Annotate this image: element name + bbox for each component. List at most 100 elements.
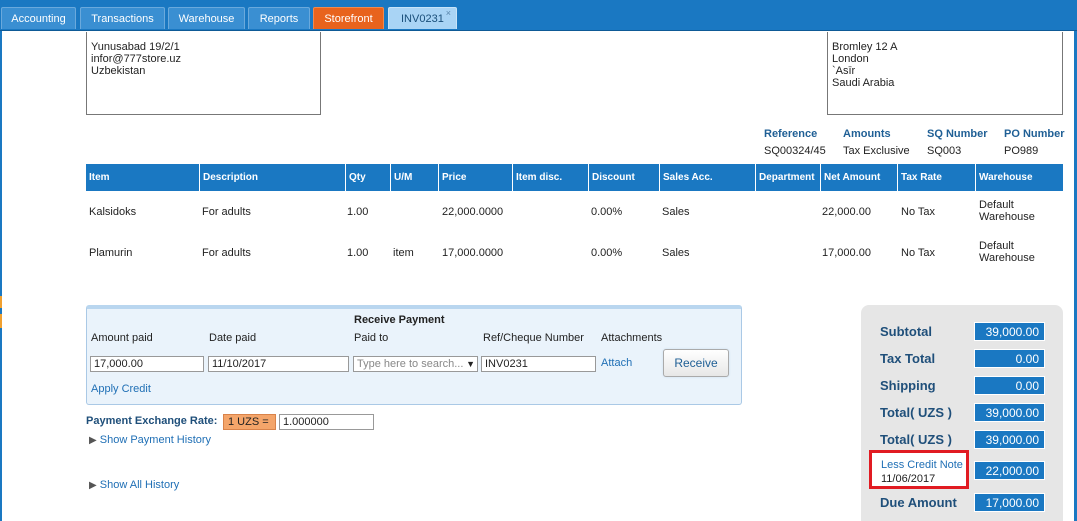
payment-history-toggle[interactable]: ▶ Show Payment History [89, 434, 211, 446]
col-sales-acc: Sales Acc. [660, 164, 756, 191]
address-line: infor@777store.uz [91, 53, 182, 65]
shipping-label: Shipping [880, 378, 936, 393]
amounts-value: Tax Exclusive [843, 145, 910, 157]
due-amount-label: Due Amount [880, 495, 957, 510]
top-tab-bar: Accounting Transactions Warehouse Report… [0, 0, 1077, 31]
caret-right-icon: ▶ [89, 435, 97, 446]
to-address-box: Bromley 12 A London `Asīr Saudi Arabia [827, 32, 1063, 115]
tab-accounting[interactable]: Accounting [1, 7, 76, 29]
cell-qty: 1.00 [347, 247, 369, 259]
paid-to-select[interactable]: Type here to search... ▼ [353, 356, 478, 372]
from-address-box: Yunusabad 19/2/1 infor@777store.uz Uzbek… [86, 32, 321, 115]
amount-paid-label: Amount paid [91, 332, 153, 344]
col-price: Price [439, 164, 513, 191]
cell-description: For adults [202, 247, 251, 259]
cell-net-amount: 22,000.00 [822, 206, 871, 218]
subtotal-value: 39,000.00 [974, 322, 1045, 341]
credit-note-date: 11/06/2017 [881, 473, 936, 485]
apply-credit-link[interactable]: Apply Credit [91, 383, 151, 395]
reference-value: SQ00324/45 [764, 145, 826, 157]
left-frame-border [0, 31, 2, 521]
exchange-rate-label: Payment Exchange Rate: [86, 415, 218, 427]
total-value: 39,000.00 [974, 403, 1045, 422]
col-discount: Discount [589, 164, 660, 191]
cell-warehouse: Warehouse [979, 211, 1035, 223]
tab-storefront[interactable]: Storefront [313, 7, 384, 29]
address-line: Saudi Arabia [832, 77, 895, 89]
address-line: London [832, 53, 869, 65]
ref-cheque-input[interactable]: INV0231 [481, 356, 596, 372]
attachments-label: Attachments [601, 332, 663, 344]
address-line: Bromley 12 A [832, 41, 898, 53]
po-number-value: PO989 [1004, 145, 1039, 157]
show-all-history-link[interactable]: Show All History [100, 479, 179, 491]
cell-item: Kalsidoks [89, 206, 137, 218]
col-description: Description [200, 164, 346, 191]
ref-cheque-label: Ref/Cheque Number [483, 332, 584, 344]
col-tax-rate: Tax Rate [898, 164, 976, 191]
cell-discount: 0.00% [591, 206, 623, 218]
caret-right-icon: ▶ [89, 480, 97, 491]
address-line: Uzbekistan [91, 65, 146, 77]
col-warehouse: Warehouse [979, 172, 1033, 183]
left-frame-marker [0, 314, 2, 328]
all-history-toggle[interactable]: ▶ Show All History [89, 479, 179, 491]
amount-paid-input[interactable]: 17,000.00 [90, 356, 204, 372]
cell-tax-rate: No Tax [901, 247, 936, 259]
exchange-rate-input[interactable]: 1.000000 [279, 414, 374, 430]
less-credit-note-link[interactable]: Less Credit Note [881, 459, 963, 471]
tax-total-value: 0.00 [974, 349, 1045, 368]
cell-item: Plamurin [89, 247, 133, 259]
cell-warehouse: Default [979, 199, 1014, 211]
paid-to-label: Paid to [354, 332, 389, 344]
shipping-value: 0.00 [974, 376, 1045, 395]
tab-label: Warehouse [178, 13, 235, 25]
tab-label: Reports [259, 13, 299, 25]
total-label: Total( UZS ) [880, 405, 952, 420]
sq-number-header: SQ Number [927, 128, 988, 140]
tab-label: Accounting [11, 13, 66, 25]
amounts-header: Amounts [843, 128, 891, 140]
cell-tax-rate: No Tax [901, 206, 936, 218]
close-icon[interactable]: × [446, 2, 451, 24]
cell-qty: 1.00 [347, 206, 369, 218]
tab-label: Storefront [324, 13, 373, 25]
cell-warehouse: Default [979, 240, 1014, 252]
tab-warehouse[interactable]: Warehouse [168, 7, 245, 29]
items-table-header: Item Description Qty U/M Price Item disc… [86, 164, 1063, 191]
currency-badge: 1 UZS = [223, 414, 276, 430]
col-qty: Qty [346, 164, 391, 191]
tab-reports[interactable]: Reports [248, 7, 310, 29]
cell-price: 22,000.0000 [442, 206, 504, 218]
col-item-disc: Item disc. [513, 164, 589, 191]
col-net-amount: Net Amount [821, 164, 898, 191]
chevron-down-icon: ▼ [466, 359, 475, 369]
date-paid-input[interactable]: 11/10/2017 [208, 356, 349, 372]
receive-button[interactable]: Receive [663, 349, 729, 377]
attach-link[interactable]: Attach [601, 357, 632, 369]
col-department: Department [756, 164, 821, 191]
tab-inv0231[interactable]: INV0231 × [388, 7, 457, 29]
cell-warehouse: Warehouse [979, 252, 1035, 264]
cell-net-amount: 17,000.00 [822, 247, 871, 259]
cell-sales-acc: Sales [662, 206, 690, 218]
due-amount-value: 17,000.00 [974, 493, 1045, 512]
tab-transactions[interactable]: Transactions [80, 7, 165, 29]
tab-label: INV0231 [401, 13, 444, 25]
paid-to-placeholder: Type here to search... [357, 358, 464, 370]
cell-description: For adults [202, 206, 251, 218]
address-line: Yunusabad 19/2/1 [91, 41, 180, 53]
po-number-header: PO Number [1004, 128, 1065, 140]
address-line: `Asīr [832, 65, 856, 77]
show-payment-history-link[interactable]: Show Payment History [100, 434, 211, 446]
total-value: 39,000.00 [974, 430, 1045, 449]
cell-sales-acc: Sales [662, 247, 690, 259]
left-frame-marker [0, 296, 2, 308]
col-um: U/M [391, 164, 439, 191]
cell-um: item [393, 247, 414, 259]
subtotal-label: Subtotal [880, 324, 932, 339]
total-label: Total( UZS ) [880, 432, 952, 447]
date-paid-label: Date paid [209, 332, 257, 344]
receive-payment-title: Receive Payment [354, 314, 445, 326]
cell-discount: 0.00% [591, 247, 623, 259]
